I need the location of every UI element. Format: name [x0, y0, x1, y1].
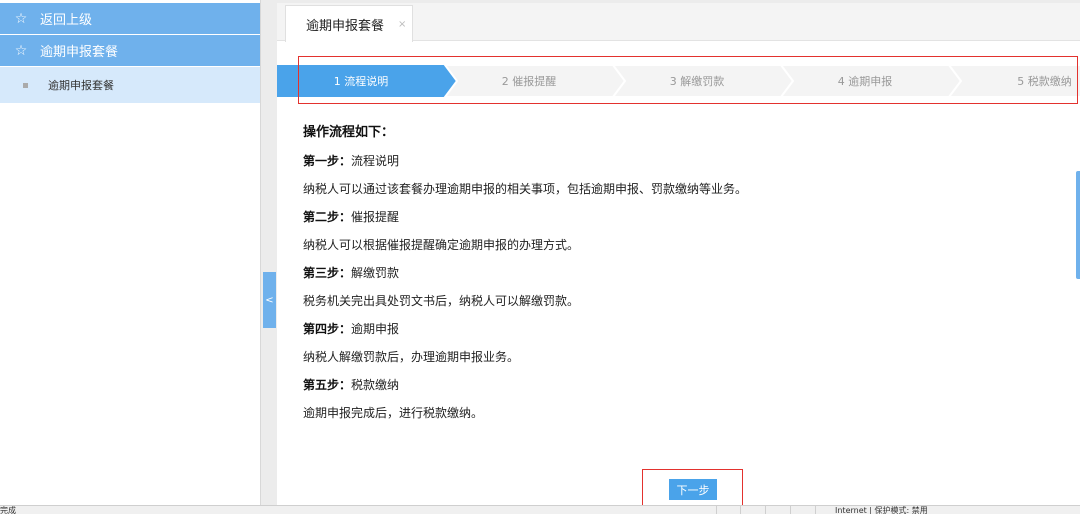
sidebar: ☆ 返回上级 ☆ 逾期申报套餐 逾期申报套餐: [0, 0, 261, 505]
step-heading: 第五步：税款缴纳: [303, 375, 1063, 403]
status-divider: [740, 506, 741, 514]
step-heading: 第二步：催报提醒: [303, 207, 1063, 235]
step-heading: 第一步：流程说明: [303, 151, 1063, 179]
status-divider: [716, 506, 717, 514]
step-heading: 第四步：逾期申报: [303, 319, 1063, 347]
status-divider: [765, 506, 766, 514]
step-number: 第二步：: [303, 210, 352, 224]
step-heading: 第三步：解缴罚款: [303, 263, 1063, 291]
instructions: 操作流程如下： 第一步：流程说明 纳税人可以通过该套餐办理逾期申报的相关事项，包…: [303, 123, 1063, 431]
step-description: 纳税人解缴罚款后，办理逾期申报业务。: [303, 350, 520, 364]
step-name: 流程说明: [351, 154, 400, 168]
collapse-sidebar-handle[interactable]: <: [263, 272, 276, 328]
main-panel: 逾期申报套餐 × 1 流程说明 2 催报提醒 3 解缴罚款 4 逾期申报 5 税…: [277, 3, 1080, 506]
step-description: 税务机关完出具处罚文书后，纳税人可以解缴罚款。: [303, 294, 580, 308]
close-icon[interactable]: ×: [398, 19, 406, 30]
instructions-title: 操作流程如下：: [303, 125, 395, 140]
sidebar-item-back[interactable]: ☆ 返回上级: [0, 3, 260, 34]
star-outline-icon: ☆: [14, 10, 28, 27]
step-number: 第一步：: [303, 154, 352, 168]
chevron-left-icon: <: [265, 294, 274, 306]
bullet-icon: [23, 82, 28, 88]
status-text: 完成: [0, 506, 16, 514]
next-step-button[interactable]: 下一步: [669, 479, 717, 500]
step-name: 税款缴纳: [351, 378, 400, 392]
status-bar: 完成 Internet | 保护模式: 禁用: [0, 505, 1080, 514]
sidebar-subitem-package[interactable]: 逾期申报套餐: [0, 67, 260, 103]
step-name: 逾期申报: [351, 322, 400, 336]
sidebar-item-label: 返回上级: [40, 13, 93, 28]
step-number: 第四步：: [303, 322, 352, 336]
tab-label: 逾期申报套餐: [306, 18, 385, 34]
tab-overdue-package[interactable]: 逾期申报套餐 ×: [285, 5, 413, 42]
step-description: 逾期申报完成后，进行税款缴纳。: [303, 406, 484, 420]
step-number: 第三步：: [303, 266, 352, 280]
status-divider: [790, 506, 791, 514]
right-side-tab[interactable]: [1076, 171, 1080, 279]
app-window: ☆ 返回上级 ☆ 逾期申报套餐 逾期申报套餐 < 逾期申报套餐 × 1 流程说明: [0, 0, 1080, 514]
step-description: 纳税人可以通过该套餐办理逾期申报的相关事项，包括逾期申报、罚款缴纳等业务。: [303, 182, 748, 196]
step-name: 解缴罚款: [351, 266, 400, 280]
sidebar-item-label: 逾期申报套餐: [40, 45, 119, 60]
security-zone-text: Internet | 保护模式: 禁用: [835, 506, 928, 514]
star-outline-icon: ☆: [14, 42, 28, 59]
sidebar-subitem-label: 逾期申报套餐: [48, 79, 114, 92]
step-name: 催报提醒: [351, 210, 400, 224]
status-divider: [815, 506, 816, 514]
step-description: 纳税人可以根据催报提醒确定逾期申报的办理方式。: [303, 238, 580, 252]
step-number: 第五步：: [303, 378, 352, 392]
tab-bar: 逾期申报套餐 ×: [277, 3, 1080, 42]
steps-highlight-box: [298, 56, 1078, 104]
sidebar-item-package[interactable]: ☆ 逾期申报套餐: [0, 35, 260, 66]
